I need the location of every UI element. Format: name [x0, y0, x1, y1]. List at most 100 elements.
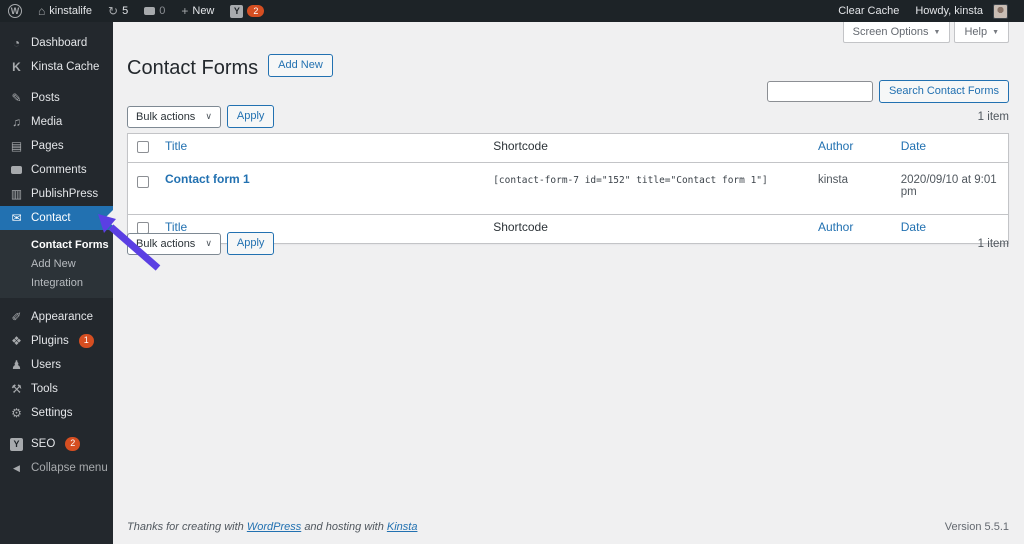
plus-icon: +	[181, 4, 189, 18]
apply-button[interactable]: Apply	[226, 105, 275, 129]
tablenav-bottom: Bulk actions ∨ Apply 1 item	[127, 232, 1009, 256]
search-contact-forms-button[interactable]: Search Contact Forms	[878, 80, 1009, 104]
search-box: Search Contact Forms	[766, 80, 1009, 104]
seo-icon: Y	[10, 437, 23, 451]
posts-icon: ✎	[11, 91, 22, 105]
items-count: 1 item	[977, 110, 1009, 123]
sidebar-item-label: Settings	[31, 407, 73, 419]
admin-bar-left: W ⌂ kinstalife ↻ 5 0 + New Y 2	[0, 0, 272, 22]
sidebar-item-comments[interactable]: Comments	[0, 158, 113, 182]
submenu-item-integration[interactable]: Integration	[0, 273, 113, 292]
updates-icon: ↻	[108, 4, 119, 18]
comments-menu[interactable]: 0	[136, 0, 173, 22]
comments-icon	[10, 164, 23, 176]
yoast-seo-icon: Y	[230, 4, 244, 18]
sidebar-item-publishpress[interactable]: ▥ PublishPress	[0, 182, 113, 206]
chevron-down-icon: ∨	[205, 238, 212, 249]
table-header-row: Title Shortcode Author Date	[127, 133, 1009, 163]
page-header: Contact Forms Add New	[127, 54, 333, 79]
search-input[interactable]	[766, 81, 873, 103]
bulk-actions-label: Bulk actions	[136, 110, 196, 123]
sidebar-item-pages[interactable]: ▤ Pages	[0, 134, 113, 158]
sidebar-item-posts[interactable]: ✎ Posts	[0, 86, 113, 110]
wordpress-link[interactable]: WordPress	[247, 521, 301, 533]
submenu-item-label: Contact Forms	[31, 238, 109, 251]
page-title: Contact Forms	[127, 56, 259, 79]
media-icon: ♫	[12, 115, 21, 129]
items-count: 1 item	[977, 237, 1009, 250]
submenu-item-label: Add New	[31, 257, 76, 270]
admin-sidebar: ◔ Dashboard K Kinsta Cache ✎ Posts ♫ Med…	[0, 22, 113, 544]
footer-thanks-text: Thanks for creating with WordPress and h…	[127, 521, 418, 533]
sidebar-item-label: SEO	[31, 438, 56, 450]
kinsta-link[interactable]: Kinsta	[387, 521, 418, 533]
collapse-menu-button[interactable]: ◀ Collapse menu	[0, 456, 113, 480]
shortcode-column-header: Shortcode	[493, 139, 548, 153]
contact-forms-table: Title Shortcode Author Date Contact form…	[127, 133, 1009, 244]
wordpress-logo-menu[interactable]: W	[0, 0, 30, 22]
sidebar-item-plugins[interactable]: ❖ Plugins 1	[0, 329, 113, 353]
plugins-icon: ❖	[11, 334, 22, 348]
submenu-item-contact-forms[interactable]: Contact Forms	[0, 235, 113, 254]
home-icon: ⌂	[38, 4, 46, 18]
howdy-label: Howdy, kinsta	[915, 5, 983, 17]
sidebar-item-label: Appearance	[31, 311, 94, 323]
sidebar-item-appearance[interactable]: ✐ Appearance	[0, 305, 113, 329]
admin-footer: Thanks for creating with WordPress and h…	[127, 521, 1009, 533]
admin-bar: W ⌂ kinstalife ↻ 5 0 + New Y 2 Clear Cac…	[0, 0, 1024, 22]
new-content-menu[interactable]: + New	[173, 0, 222, 22]
sort-title-column[interactable]: Title	[165, 139, 187, 153]
sidebar-item-settings[interactable]: ⚙ Settings	[0, 401, 113, 425]
sidebar-item-label: Contact	[31, 212, 71, 224]
seo-admin-menu[interactable]: Y 2	[222, 0, 272, 22]
pages-icon: ▤	[10, 139, 23, 153]
submenu-item-label: Integration	[31, 276, 83, 289]
help-label: Help	[964, 26, 988, 38]
add-new-button[interactable]: Add New	[268, 54, 333, 78]
appearance-icon: ✐	[11, 310, 22, 324]
site-name: kinstalife	[49, 5, 93, 17]
sidebar-item-seo[interactable]: Y SEO 2	[0, 432, 113, 456]
tablenav-top: Bulk actions ∨ Apply 1 item	[127, 105, 1009, 129]
sort-date-column[interactable]: Date	[901, 139, 926, 153]
collapse-arrow-icon: ◀	[13, 462, 20, 473]
version-label: Version 5.5.1	[944, 521, 1009, 533]
bulk-actions-select[interactable]: Bulk actions ∨	[127, 105, 221, 128]
clear-cache-button[interactable]: Clear Cache	[830, 0, 907, 22]
users-icon: ♟	[11, 358, 22, 372]
apply-button[interactable]: Apply	[226, 232, 275, 256]
row-checkbox[interactable]	[137, 176, 149, 188]
submenu-item-add-new[interactable]: Add New	[0, 254, 113, 273]
author-value: kinsta	[817, 174, 849, 186]
screen-options-tab[interactable]: Screen Options ▼	[842, 22, 951, 43]
site-menu[interactable]: ⌂ kinstalife	[30, 0, 100, 22]
sidebar-item-label: Plugins	[31, 335, 69, 347]
shortcode-value[interactable]: [contact-form-7 id="152" title="Contact …	[493, 175, 768, 186]
sidebar-item-tools[interactable]: ⚒ Tools	[0, 377, 113, 401]
sidebar-item-kinsta-cache[interactable]: K Kinsta Cache	[0, 55, 113, 79]
sidebar-item-media[interactable]: ♫ Media	[0, 110, 113, 134]
admin-content: Screen Options ▼ Help ▼ Contact Forms Ad…	[113, 22, 1024, 544]
contact-envelope-icon: ✉	[11, 211, 22, 225]
date-value: 2020/09/10 at 9:01 pm	[900, 174, 997, 198]
sidebar-item-label: PublishPress	[31, 188, 99, 200]
help-tab[interactable]: Help ▼	[954, 22, 1009, 43]
chevron-down-icon: ▼	[992, 28, 999, 36]
updates-count: 5	[122, 5, 129, 17]
sidebar-item-label: Posts	[31, 92, 60, 104]
account-menu[interactable]: Howdy, kinsta	[907, 0, 1016, 22]
sort-author-column[interactable]: Author	[818, 139, 853, 153]
sidebar-item-contact[interactable]: ✉ Contact	[0, 206, 113, 230]
sidebar-item-dashboard[interactable]: ◔ Dashboard	[0, 31, 113, 55]
sidebar-item-users[interactable]: ♟ Users	[0, 353, 113, 377]
kinsta-cache-icon: K	[12, 60, 21, 74]
contact-form-title-link[interactable]: Contact form 1	[165, 172, 250, 186]
bulk-actions-select[interactable]: Bulk actions ∨	[127, 232, 221, 255]
clear-cache-label: Clear Cache	[838, 5, 900, 17]
seo-notification-badge: 2	[65, 437, 81, 451]
updates-menu[interactable]: ↻ 5	[100, 0, 136, 22]
dashboard-icon: ◔	[12, 36, 21, 50]
table-row: Contact form 1 [contact-form-7 id="152" …	[128, 163, 1009, 215]
select-all-checkbox[interactable]	[137, 141, 149, 153]
screen-options-label: Screen Options	[852, 26, 929, 38]
